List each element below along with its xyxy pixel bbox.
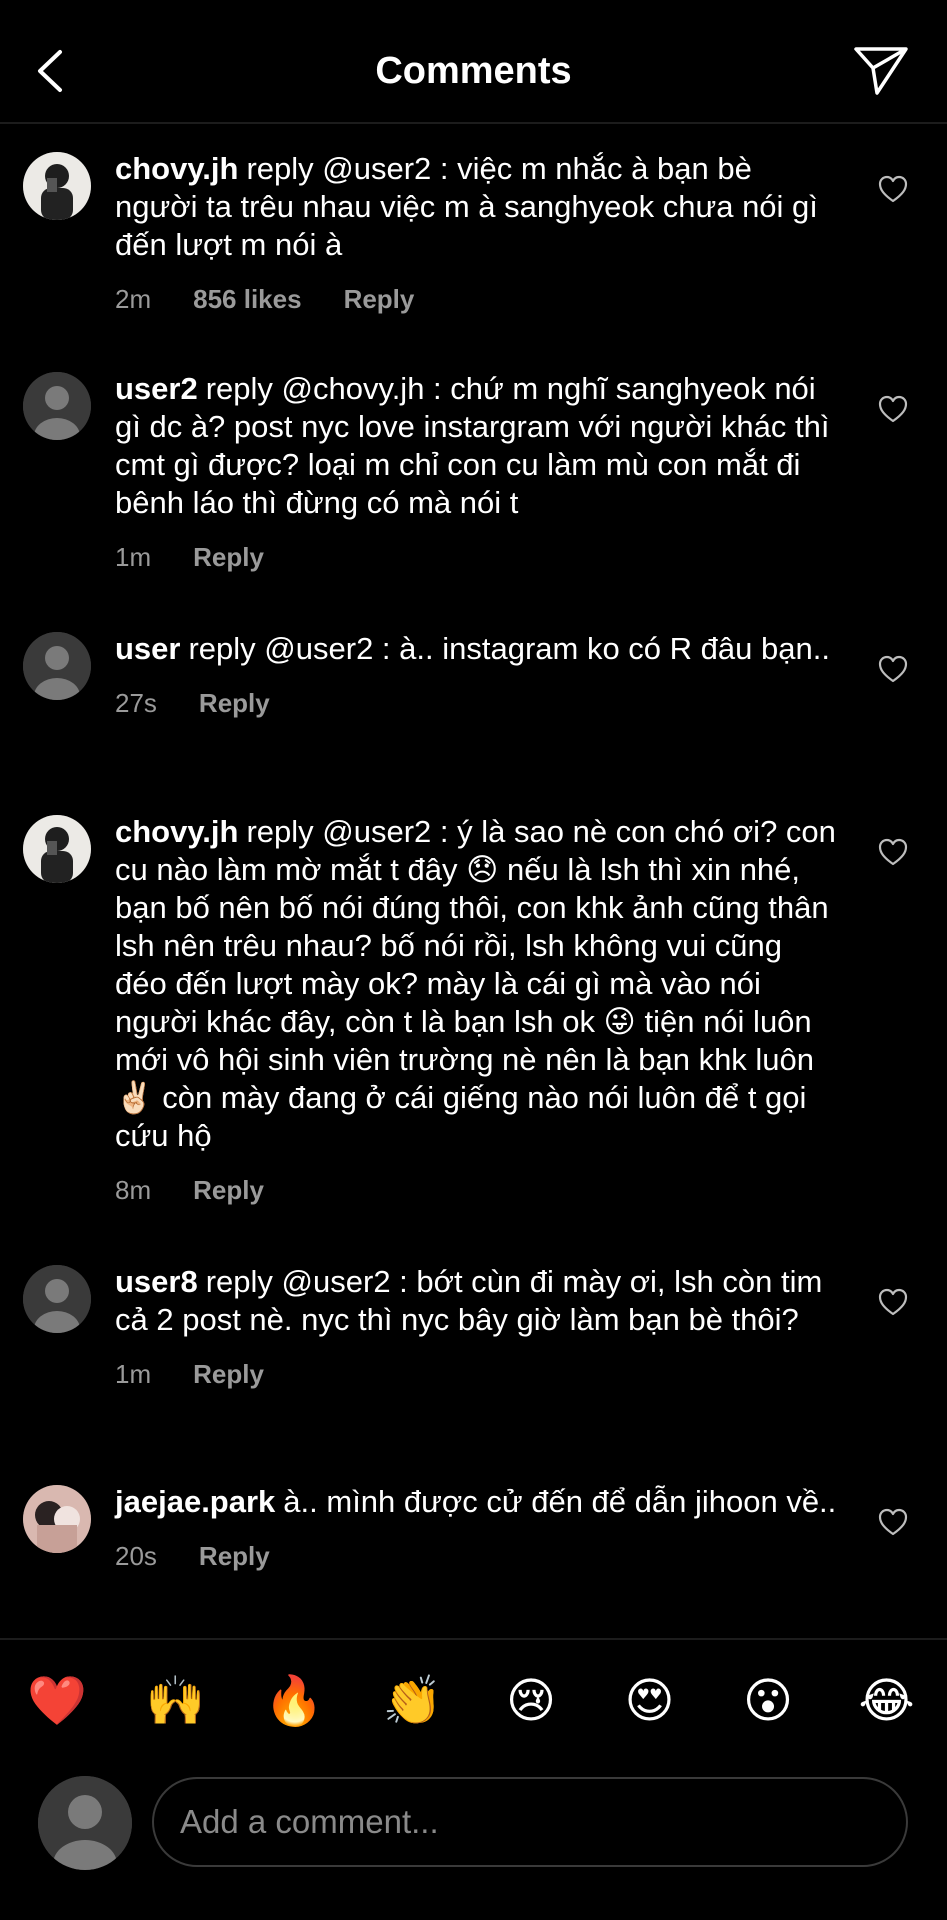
like-heart-icon[interactable] [877,654,909,684]
commenter-avatar[interactable] [23,152,91,220]
comment-timestamp: 27s [115,688,157,718]
comment-username[interactable]: user [115,631,180,666]
comment-item: user2 reply @chovy.jh : chứ m nghĩ sanghy… [0,344,947,572]
like-heart-icon[interactable] [877,174,909,204]
page-title: Comments [375,50,572,92]
emoji-quick-reaction[interactable]: 😍 [615,1672,685,1732]
emoji-quick-reaction[interactable]: 🔥 [259,1672,329,1732]
like-heart-icon[interactable] [877,394,909,424]
emoji-quick-bar: ❤️ 🙌 🔥 👏 😢 😍 😮 😂 [0,1672,947,1732]
commenter-avatar[interactable] [23,372,91,440]
reply-button[interactable]: Reply [199,688,270,718]
comment-item: jaejae.park à.. mình được cử đến để dẫn j… [0,1457,947,1571]
reply-button[interactable]: Reply [193,1175,264,1205]
comment-body: reply @user2 : à.. instagram ko có R đâu… [188,631,830,666]
reply-button[interactable]: Reply [193,542,264,572]
commenter-avatar[interactable] [23,632,91,700]
comment-text: jaejae.park à.. mình được cử đến để dẫn j… [115,1457,837,1521]
comment-text: chovy.jh reply @user2 : việc m nhắc à bạn… [115,124,837,264]
current-user-avatar [38,1776,132,1870]
emoji-quick-reaction[interactable]: 🙌 [141,1672,211,1732]
add-comment-input[interactable] [152,1777,908,1867]
comment-meta: 8m Reply [115,1175,837,1205]
reply-button[interactable]: Reply [193,1359,264,1389]
commenter-avatar[interactable] [23,1485,91,1553]
comment-item: chovy.jh reply @user2 : việc m nhắc à bạn… [0,124,947,314]
comment-text: chovy.jh reply @user2 : ý là sao nè con c… [115,787,837,1155]
comment-text: user8 reply @user2 : bớt cùn đi mày ơi, l… [115,1237,837,1339]
reply-button[interactable]: Reply [344,284,415,314]
comment-username[interactable]: chovy.jh [115,814,238,849]
like-heart-icon[interactable] [877,1507,909,1537]
comment-body: à.. mình được cử đến để dẫn jihoon về.. [283,1484,837,1519]
header-bar: Comments [0,0,947,122]
comment-timestamp: 1m [115,542,152,572]
comment-username[interactable]: user2 [115,371,198,406]
comment-timestamp: 20s [115,1541,157,1571]
comment-username[interactable]: user8 [115,1264,198,1299]
comment-text: user2 reply @chovy.jh : chứ m nghĩ sanghy… [115,344,837,522]
comment-timestamp: 2m [115,284,152,314]
comment-item: user8 reply @user2 : bớt cùn đi mày ơi, l… [0,1237,947,1389]
comment-meta: 27s Reply [115,688,837,718]
emoji-quick-reaction[interactable]: 😂 [852,1672,922,1732]
comment-timestamp: 8m [115,1175,152,1205]
comment-meta: 1m Reply [115,542,837,572]
emoji-quick-reaction[interactable]: 👏 [378,1672,448,1732]
commenter-avatar[interactable] [23,1265,91,1333]
emoji-quick-reaction[interactable]: ❤️ [22,1672,92,1732]
emoji-quick-reaction[interactable]: 😮 [733,1672,803,1732]
comment-item: user reply @user2 : à.. instagram ko có R… [0,604,947,718]
comment-timestamp: 1m [115,1359,152,1389]
comment-likes-count[interactable]: 856 likes [193,284,301,314]
like-heart-icon[interactable] [877,837,909,867]
composer-divider [0,1638,947,1640]
comment-meta: 2m 856 likes Reply [115,284,837,314]
comment-body: reply @chovy.jh : chứ m nghĩ sanghyeok n… [115,371,830,520]
comment-username[interactable]: chovy.jh [115,151,238,186]
comment-item: chovy.jh reply @user2 : ý là sao nè con c… [0,787,947,1205]
commenter-avatar[interactable] [23,815,91,883]
reply-button[interactable]: Reply [199,1541,270,1571]
comment-body: reply @user2 : bớt cùn đi mày ơi, lsh cò… [115,1264,823,1337]
comment-meta: 20s Reply [115,1541,837,1571]
send-icon[interactable] [852,44,910,96]
comment-meta: 1m Reply [115,1359,837,1389]
comment-body: reply @user2 : ý là sao nè con chó ơi? c… [115,814,836,1153]
comment-username[interactable]: jaejae.park [115,1484,275,1519]
emoji-quick-reaction[interactable]: 😢 [496,1672,566,1732]
comment-text: user reply @user2 : à.. instagram ko có R… [115,604,837,668]
like-heart-icon[interactable] [877,1287,909,1317]
